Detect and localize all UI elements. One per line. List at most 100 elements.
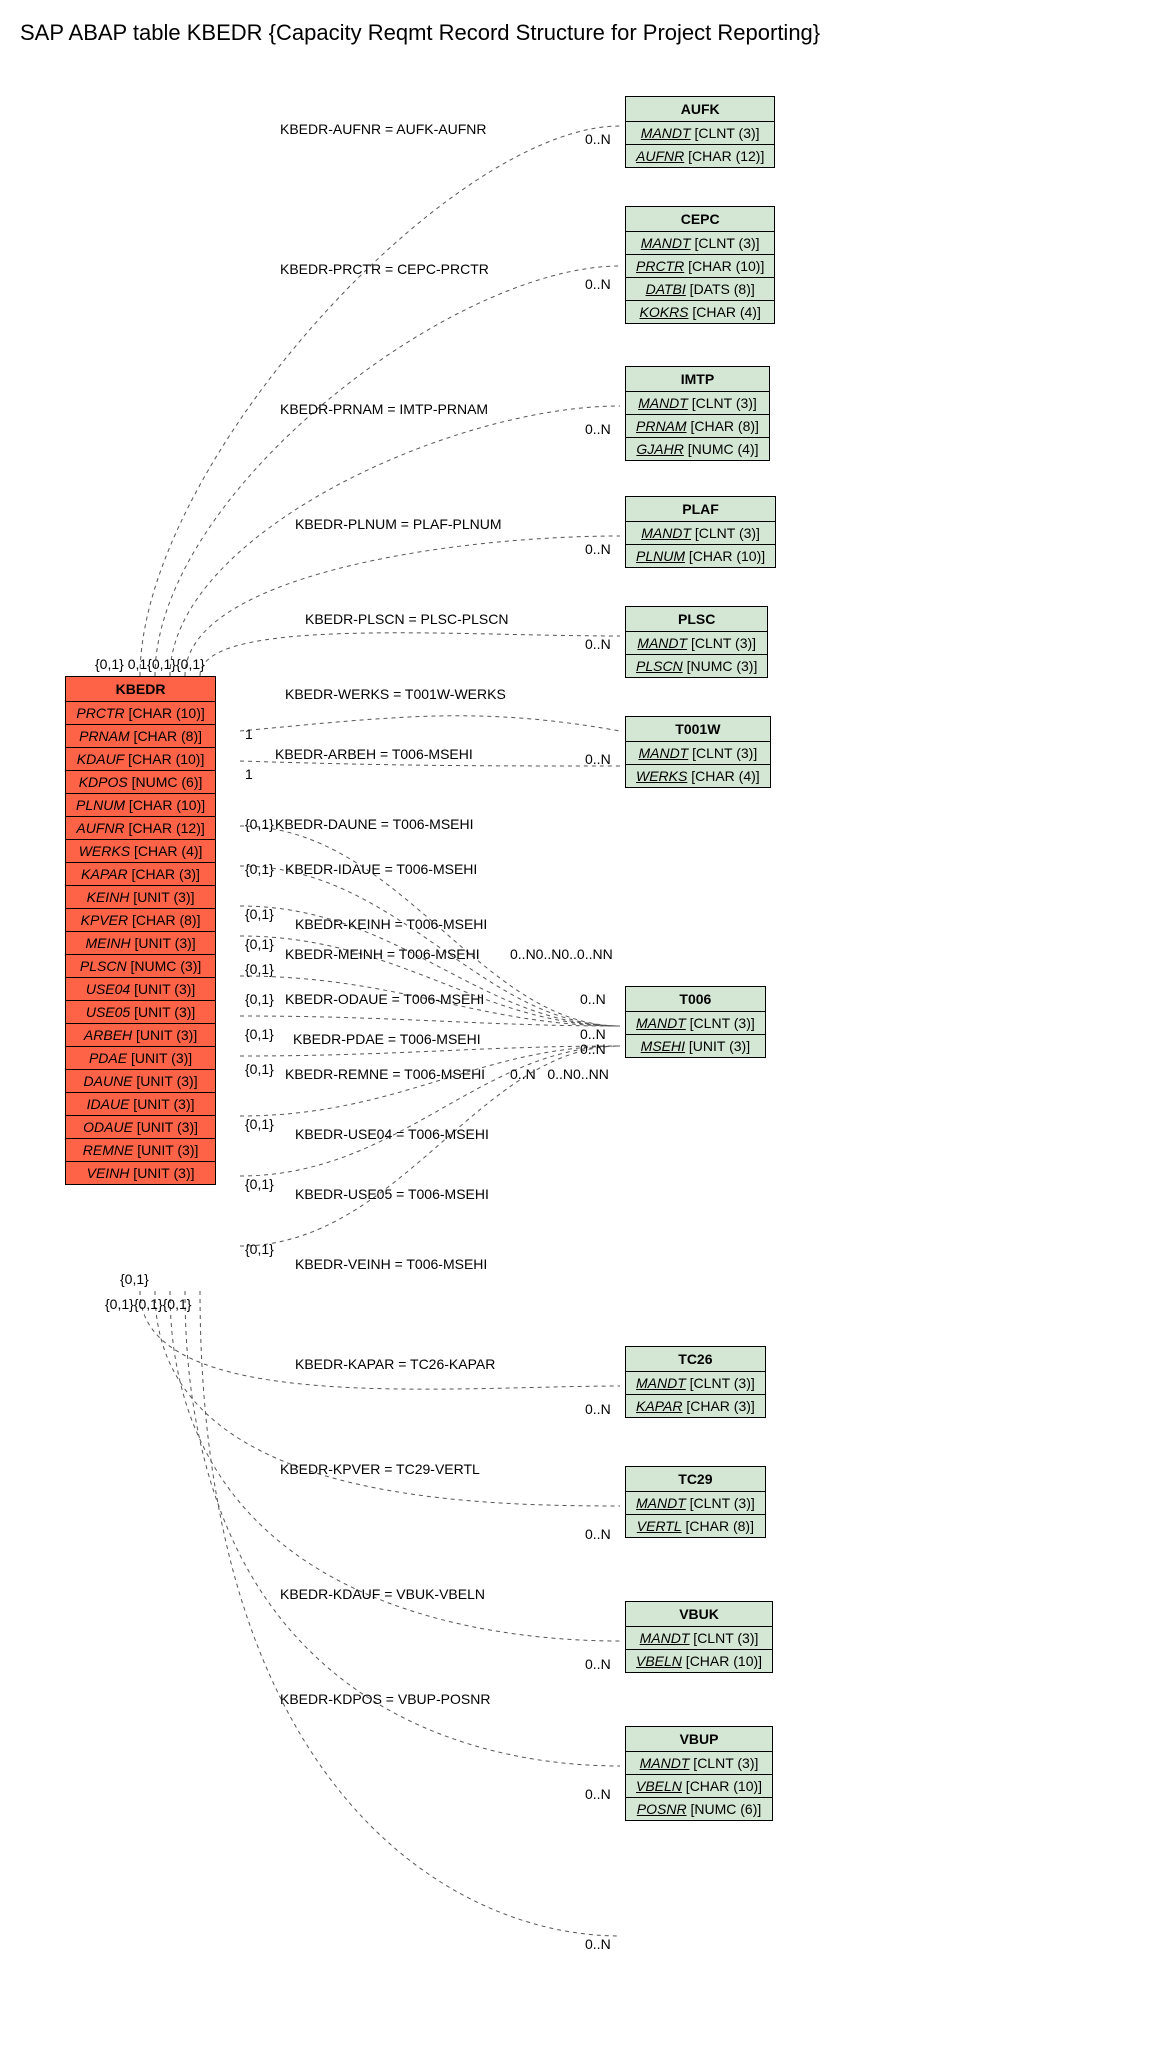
entity-field: PLSCN [NUMC (3)] [66,955,215,978]
rel-label: KBEDR-KDAUF = VBUK-VBELN [280,1586,485,1602]
entity-header: PLAF [626,497,775,522]
src-cardinality-cluster: {0,1} 0,1{0,1}{0,1} [95,656,205,672]
entity-field: KEINH [UNIT (3)] [66,886,215,909]
entity-header: T001W [626,717,770,742]
src-cardinality: {0,1} [245,861,274,877]
entity-field: ARBEH [UNIT (3)] [66,1024,215,1047]
entity-field: KOKRS [CHAR (4)] [626,301,774,323]
src-cardinality: {0,1} [245,1061,274,1077]
src-cardinality: {0,1} [245,906,274,922]
entity-field: AUFNR [CHAR (12)] [66,817,215,840]
entity-field: MANDT [CLNT (3)] [626,522,775,545]
entity-field: USE05 [UNIT (3)] [66,1001,215,1024]
src-cardinality: {0,1} [245,961,274,977]
rel-label: KBEDR-USE05 = T006-MSEHI [295,1186,489,1202]
rel-label: KBEDR-KAPAR = TC26-KAPAR [295,1356,495,1372]
entity-imtp: IMTPMANDT [CLNT (3)]PRNAM [CHAR (8)]GJAH… [625,366,770,461]
src-cardinality: {0,1} [245,1026,274,1042]
rel-label: KBEDR-PRCTR = CEPC-PRCTR [280,261,489,277]
rel-label: KBEDR-KEINH = T006-MSEHI [295,916,487,932]
entity-header: VBUK [626,1602,772,1627]
entity-field: DAUNE [UNIT (3)] [66,1070,215,1093]
entity-field: POSNR [NUMC (6)] [626,1798,772,1820]
dst-cardinality: 0..N [585,751,611,767]
entity-vbuk: VBUKMANDT [CLNT (3)]VBELN [CHAR (10)] [625,1601,773,1673]
entity-field: PLNUM [CHAR (10)] [626,545,775,567]
src-cardinality: {0,1} [245,1241,274,1257]
entity-field: ODAUE [UNIT (3)] [66,1116,215,1139]
dst-cardinality: 0..N [585,276,611,292]
entity-field: MANDT [CLNT (3)] [626,1012,765,1035]
entity-field: MANDT [CLNT (3)] [626,1627,772,1650]
rel-label: KBEDR-PDAE = T006-MSEHI [293,1031,481,1047]
dst-cardinality: 0..N [585,1656,611,1672]
rel-label: KBEDR-KDPOS = VBUP-POSNR [280,1691,490,1707]
entity-header: CEPC [626,207,774,232]
entity-kbedr: KBEDRPRCTR [CHAR (10)]PRNAM [CHAR (8)]KD… [65,676,216,1185]
entity-field: MANDT [CLNT (3)] [626,122,774,145]
er-diagram: KBEDRPRCTR [CHAR (10)]PRNAM [CHAR (8)]KD… [20,66,1135,2046]
dst-cardinality: 0..N [585,1786,611,1802]
rel-label: KBEDR-ODAUE = T006-MSEHI [285,991,484,1007]
dst-cardinality: 0..N [580,1026,606,1042]
entity-field: MANDT [CLNT (3)] [626,632,767,655]
src-cardinality-cluster: {0,1}{0,1}{0,1} [105,1296,191,1312]
entity-field: PDAE [UNIT (3)] [66,1047,215,1070]
rel-label: KBEDR-KPVER = TC29-VERTL [280,1461,480,1477]
src-cardinality: {0,1} [120,1271,149,1287]
entity-field: VEINH [UNIT (3)] [66,1162,215,1184]
entity-field: VBELN [CHAR (10)] [626,1775,772,1798]
entity-tc26: TC26MANDT [CLNT (3)]KAPAR [CHAR (3)] [625,1346,766,1418]
entity-field: PRCTR [CHAR (10)] [66,702,215,725]
entity-field: PRNAM [CHAR (8)] [66,725,215,748]
dst-cardinality: 0..N [585,1936,611,1952]
entity-field: MANDT [CLNT (3)] [626,1372,765,1395]
entity-field: MANDT [CLNT (3)] [626,742,770,765]
rel-label: KBEDR-DAUNE = T006-MSEHI [275,816,474,832]
entity-header: AUFK [626,97,774,122]
entity-t006: T006MANDT [CLNT (3)]MSEHI [UNIT (3)] [625,986,766,1058]
entity-field: MEINH [UNIT (3)] [66,932,215,955]
rel-label: KBEDR-WERKS = T001W-WERKS [285,686,506,702]
entity-field: MANDT [CLNT (3)] [626,1492,765,1515]
entity-field: PLSCN [NUMC (3)] [626,655,767,677]
rel-label: KBEDR-PLNUM = PLAF-PLNUM [295,516,502,532]
entity-field: WERKS [CHAR (4)] [66,840,215,863]
dst-cardinality: 0..N [585,1401,611,1417]
entity-field: DATBI [DATS (8)] [626,278,774,301]
entity-cepc: CEPCMANDT [CLNT (3)]PRCTR [CHAR (10)]DAT… [625,206,775,324]
src-cardinality: {0,1} [245,991,274,1007]
entity-tc29: TC29MANDT [CLNT (3)]VERTL [CHAR (8)] [625,1466,766,1538]
entity-field: PRCTR [CHAR (10)] [626,255,774,278]
page-title: SAP ABAP table KBEDR {Capacity Reqmt Rec… [20,20,1135,46]
entity-header: TC26 [626,1347,765,1372]
rel-label: KBEDR-AUFNR = AUFK-AUFNR [280,121,487,137]
entity-field: MANDT [CLNT (3)] [626,232,774,255]
src-cardinality: 1 [245,766,253,782]
dst-cardinality: 0..N0..N0..0..NN [510,946,613,962]
src-cardinality: {0,1} [245,1116,274,1132]
entity-field: VERTL [CHAR (8)] [626,1515,765,1537]
entity-field: WERKS [CHAR (4)] [626,765,770,787]
entity-field: VBELN [CHAR (10)] [626,1650,772,1672]
entity-header: IMTP [626,367,769,392]
entity-field: KDAUF [CHAR (10)] [66,748,215,771]
dst-cardinality: 0..N [585,131,611,147]
dst-cardinality: 0..N [580,1041,606,1057]
src-cardinality: {0,1} [245,936,274,952]
rel-label: KBEDR-IDAUE = T006-MSEHI [285,861,477,877]
entity-vbup: VBUPMANDT [CLNT (3)]VBELN [CHAR (10)]POS… [625,1726,773,1821]
entity-header: T006 [626,987,765,1012]
rel-label: KBEDR-VEINH = T006-MSEHI [295,1256,487,1272]
entity-field: GJAHR [NUMC (4)] [626,438,769,460]
dst-cardinality: 0..N [585,421,611,437]
dst-cardinality: 0..N [585,541,611,557]
entity-field: MSEHI [UNIT (3)] [626,1035,765,1057]
rel-label: KBEDR-REMNE = T006-MSEHI [285,1066,485,1082]
rel-label: KBEDR-ARBEH = T006-MSEHI [275,746,473,762]
entity-plaf: PLAFMANDT [CLNT (3)]PLNUM [CHAR (10)] [625,496,776,568]
entity-plsc: PLSCMANDT [CLNT (3)]PLSCN [NUMC (3)] [625,606,768,678]
entity-header: TC29 [626,1467,765,1492]
entity-field: PLNUM [CHAR (10)] [66,794,215,817]
entity-header: VBUP [626,1727,772,1752]
